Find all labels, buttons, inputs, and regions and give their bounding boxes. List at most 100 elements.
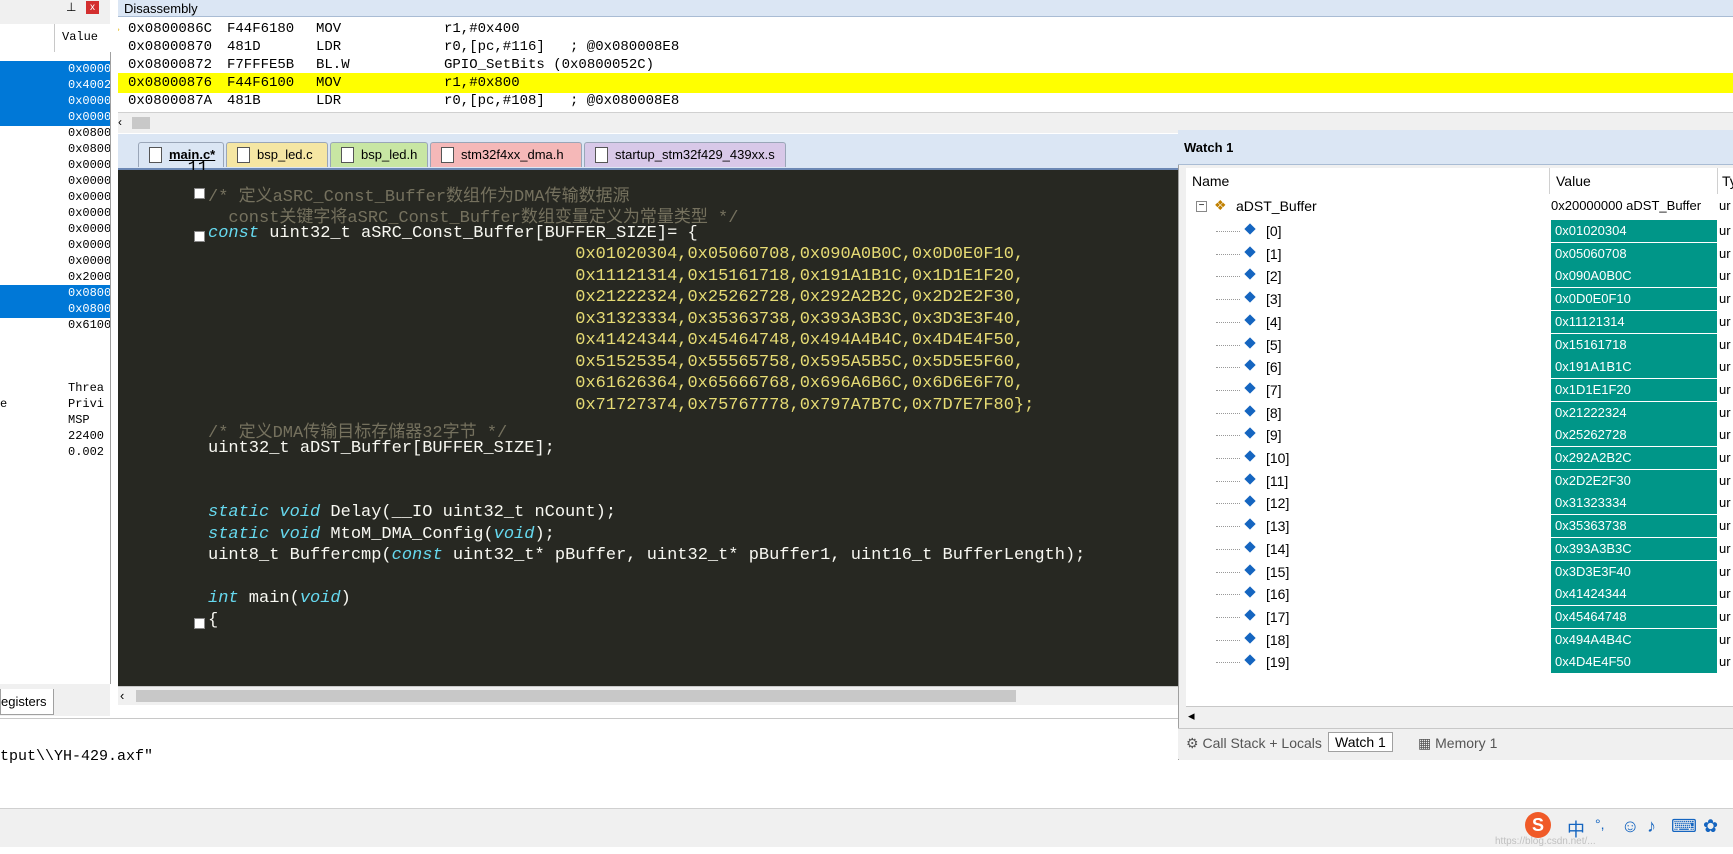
watch-item-row[interactable]: [1] 0x05060708 ur: [1186, 242, 1733, 267]
scroll-thumb[interactable]: [136, 690, 1016, 702]
fold-toggle-icon[interactable]: [194, 187, 205, 199]
watch-item-row[interactable]: [15] 0x3D3E3F40 ur: [1186, 560, 1733, 585]
watch-type-header[interactable]: Ty: [1722, 173, 1733, 189]
microphone-icon[interactable]: ♪: [1647, 816, 1656, 837]
fold-toggle-icon[interactable]: [194, 230, 205, 242]
watch-item-value[interactable]: 0x090A0B0C: [1551, 265, 1717, 288]
editor-tab[interactable]: startup_stm32f429_439xx.s: [584, 142, 786, 167]
watch-item-row[interactable]: [17] 0x45464748 ur: [1186, 605, 1733, 630]
watch-item-value[interactable]: 0x01020304: [1551, 220, 1717, 242]
watch-item-row[interactable]: [16] 0x41424344 ur: [1186, 582, 1733, 607]
registers-tab[interactable]: egisters: [0, 689, 54, 715]
scroll-left-icon[interactable]: ‹: [118, 115, 130, 129]
watch-value-header[interactable]: Value: [1556, 173, 1591, 189]
register-row[interactable]: 0x0000: [0, 157, 110, 174]
watch-item-row[interactable]: [2] 0x090A0B0C ur: [1186, 264, 1733, 289]
watch-root-value[interactable]: 0x20000000 aDST_Buffer: [1551, 198, 1717, 213]
value-column-header[interactable]: Value: [62, 30, 98, 44]
register-row[interactable]: 0x0000: [0, 189, 110, 206]
disassembly-view[interactable]: ⇨0x0800086CF44F6180MOVr1,#0x4000x0800087…: [118, 17, 1733, 112]
register-row[interactable]: 0x0800: [0, 125, 110, 142]
register-info-value: 0.002: [68, 445, 105, 459]
keyboard-icon[interactable]: ⌨: [1671, 816, 1697, 837]
register-row[interactable]: 0x2000: [0, 269, 110, 286]
punctuation-icon[interactable]: °,: [1595, 816, 1605, 832]
watch-item-value[interactable]: 0x4D4E4F50: [1551, 651, 1717, 674]
watch-item-row[interactable]: [19] 0x4D4E4F50 ur: [1186, 650, 1733, 675]
watch-item-row[interactable]: [12] 0x31323334 ur: [1186, 491, 1733, 516]
watch-item-row[interactable]: [11] 0x2D2E2F30 ur: [1186, 469, 1733, 494]
register-row[interactable]: 0x0000: [0, 61, 110, 78]
watch-item-row[interactable]: [5] 0x15161718 ur: [1186, 333, 1733, 358]
disassembly-row[interactable]: 0x0800087A 481B LDR r0,[pc,#108] ; @0x080008…: [118, 91, 1733, 111]
watch-tab[interactable]: Watch 1: [1328, 732, 1393, 752]
register-row[interactable]: 0x0000: [0, 253, 110, 270]
register-row[interactable]: 0x0800: [0, 285, 110, 302]
scroll-left-icon[interactable]: ◂: [1188, 708, 1195, 724]
watch-item-value[interactable]: 0x1D1E1F20: [1551, 378, 1717, 401]
watch-item-value[interactable]: 0x2D2E2F30: [1551, 469, 1717, 492]
watch-item-value[interactable]: 0x45464748: [1551, 605, 1717, 628]
watch-item-value[interactable]: 0x292A2B2C: [1551, 447, 1717, 469]
scroll-left-icon[interactable]: ‹: [120, 688, 124, 703]
watch-item-value[interactable]: 0x35363738: [1551, 515, 1717, 538]
watch-item-row[interactable]: [10] 0x292A2B2C ur: [1186, 446, 1733, 471]
register-row[interactable]: 0x0000: [0, 173, 110, 190]
skin-icon[interactable]: ✿: [1703, 816, 1718, 837]
watch-root-row[interactable]: − ❖ aDST_Buffer 0x20000000 aDST_Buffer u…: [1186, 194, 1733, 219]
watch-name-header[interactable]: Name: [1192, 173, 1229, 189]
watch-item-row[interactable]: [0] 0x01020304 ur: [1186, 219, 1733, 244]
watch-item-row[interactable]: [18] 0x494A4B4C ur: [1186, 628, 1733, 653]
register-row[interactable]: 0x0000: [0, 205, 110, 222]
watch-item-value[interactable]: 0x11121314: [1551, 310, 1717, 333]
watch-item-value[interactable]: 0x393A3B3C: [1551, 537, 1717, 560]
pin-icon[interactable]: ⊥: [66, 0, 76, 14]
watch-item-value[interactable]: 0x41424344: [1551, 583, 1717, 606]
register-row[interactable]: 0x0000: [0, 221, 110, 238]
editor-tab[interactable]: stm32f4xx_dma.h: [430, 142, 582, 167]
watch-item-value[interactable]: 0x25262728: [1551, 424, 1717, 447]
disassembly-row[interactable]: ⇨ 0x0800086C F44F6180 MOV r1,#0x400: [118, 19, 1733, 39]
disassembly-row[interactable]: 0x08000872 F7FFFE5B BL.W GPIO_SetBits (0x08…: [118, 55, 1733, 75]
register-row[interactable]: 0x0000: [0, 93, 110, 110]
sogou-logo-icon[interactable]: S: [1525, 812, 1551, 838]
code-editor[interactable]: /* 定义aSRC_Const_Buffer数组作为DMA传输数据源 const…: [118, 170, 1178, 686]
watch-tab[interactable]: ⚙ Call Stack + Locals: [1186, 735, 1322, 752]
watch-item-row[interactable]: [4] 0x11121314 ur: [1186, 310, 1733, 335]
watch-item-row[interactable]: [3] 0x0D0E0F10 ur: [1186, 287, 1733, 312]
watch-item-value[interactable]: 0x0D0E0F10: [1551, 288, 1717, 311]
watch-item-value[interactable]: 0x21222324: [1551, 401, 1717, 424]
watch-item-value[interactable]: 0x3D3E3F40: [1551, 560, 1717, 583]
disassembly-row[interactable]: 0x08000876 F44F6100 MOV r1,#0x800: [118, 73, 1733, 93]
watch-item-row[interactable]: [6] 0x191A1B1C ur: [1186, 355, 1733, 380]
watch-item-row[interactable]: [9] 0x25262728 ur: [1186, 423, 1733, 448]
watch-item-value[interactable]: 0x191A1B1C: [1551, 356, 1717, 379]
emoji-icon[interactable]: ☺: [1621, 816, 1639, 837]
watch-item-row[interactable]: [8] 0x21222324 ur: [1186, 401, 1733, 426]
watch-item-value[interactable]: 0x31323334: [1551, 492, 1717, 515]
watch-tab[interactable]: ▦ Memory 1: [1418, 735, 1497, 752]
close-icon[interactable]: x: [86, 1, 99, 14]
editor-hscrollbar[interactable]: ‹: [118, 686, 1178, 705]
watch-item-value[interactable]: 0x05060708: [1551, 242, 1717, 265]
editor-tab[interactable]: bsp_led.h: [330, 142, 428, 167]
watch-item-row[interactable]: [14] 0x393A3B3C ur: [1186, 537, 1733, 562]
scroll-thumb[interactable]: [132, 117, 150, 129]
watch-list[interactable]: − ❖ aDST_Buffer 0x20000000 aDST_Buffer u…: [1186, 194, 1733, 706]
register-row[interactable]: 0x0800: [0, 301, 110, 318]
watch-item-value[interactable]: 0x494A4B4C: [1551, 628, 1717, 651]
register-row[interactable]: 0x4002: [0, 77, 110, 94]
collapse-icon[interactable]: −: [1196, 201, 1207, 212]
watch-hscrollbar[interactable]: ◂: [1186, 706, 1733, 725]
editor-tab[interactable]: bsp_led.c: [226, 142, 328, 167]
watch-item-value[interactable]: 0x15161718: [1551, 333, 1717, 356]
watch-item-row[interactable]: [13] 0x35363738 ur: [1186, 514, 1733, 539]
register-row[interactable]: 0x0000: [0, 237, 110, 254]
watch-item-row[interactable]: [7] 0x1D1E1F20 ur: [1186, 378, 1733, 403]
fold-toggle-icon[interactable]: [194, 617, 205, 629]
register-row[interactable]: 0x0000: [0, 109, 110, 126]
build-output[interactable]: [0, 718, 1178, 809]
disassembly-row[interactable]: 0x08000870 481D LDR r0,[pc,#116] ; @0x080008…: [118, 37, 1733, 57]
register-row[interactable]: 0x6100: [0, 317, 110, 334]
register-row[interactable]: 0x0800: [0, 141, 110, 158]
